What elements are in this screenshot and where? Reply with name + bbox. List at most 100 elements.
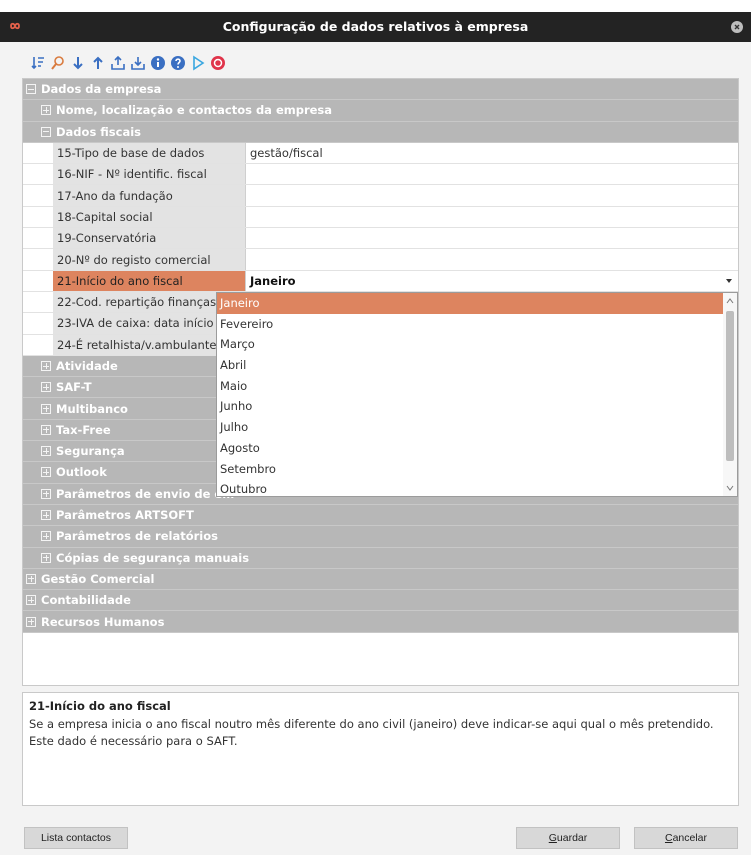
field-value[interactable] [246,164,738,184]
help-text: Se a empresa inicia o ano fiscal noutro … [29,717,714,748]
field-label: 20-Nº do registo comercial [53,249,246,270]
window-title: Configuração de dados relativos à empres… [222,19,529,34]
chevron-down-icon[interactable] [726,278,732,283]
expand-icon[interactable] [41,403,51,414]
button-label: Lista contactos [40,832,112,844]
button-label: uardar [556,832,588,844]
group-label: Segurança [56,444,125,459]
title-bar: Configuração de dados relativos à empres… [0,12,751,42]
field-label: 16-NIF - Nº identific. fiscal [53,164,246,185]
expand-icon[interactable] [41,488,51,499]
collapse-icon[interactable] [26,84,36,95]
fiscal-year-start-select[interactable]: Janeiro [246,271,738,291]
expand-icon[interactable] [26,595,36,606]
group-label: Dados da empresa [41,82,162,97]
stop-icon[interactable] [210,55,226,71]
group-label: Tax-Free [56,422,111,437]
field-label: 15-Tipo de base de dados [53,142,246,164]
expand-icon[interactable] [41,105,51,116]
dropdown-option[interactable]: Setembro [217,459,737,480]
button-accesskey: G [548,832,557,844]
dropdown-option[interactable]: Fevereiro [217,314,737,335]
field-value[interactable] [246,207,738,227]
close-icon[interactable] [731,21,743,33]
help-icon[interactable] [170,55,186,71]
expand-icon[interactable] [41,510,51,521]
expand-icon[interactable] [26,616,36,627]
group-label: Contabilidade [41,593,131,608]
group-label: Dados fiscais [56,124,142,139]
contact-list-button[interactable]: Lista contactos [24,827,128,849]
group-dados-empresa[interactable]: Dados da empresa [23,79,738,101]
group-label: Gestão Comercial [41,571,155,586]
group-label: Parâmetros de envio de em [56,486,235,501]
dropdown-option[interactable]: Junho [217,396,737,417]
group-label: Outlook [56,465,107,480]
scroll-up-icon[interactable] [726,297,734,305]
expand-icon[interactable] [41,467,51,478]
cancel-button[interactable]: Cancelar [634,827,738,849]
button-label: ancelar [672,832,708,844]
dropdown-option[interactable]: Outubro [217,479,737,496]
dropdown-option[interactable]: Março [217,334,737,355]
import-icon[interactable] [130,55,146,71]
field-label: 17-Ano da fundação [53,185,246,206]
field-row[interactable]: 16-NIF - Nº identific. fiscal [23,164,738,186]
dropdown-option[interactable]: Abril [217,355,737,376]
field-value[interactable]: gestão/fiscal [246,143,738,163]
search-icon[interactable] [50,55,66,71]
save-button[interactable]: Guardar [516,827,620,849]
dropdown-option[interactable]: Agosto [217,438,737,459]
field-label: 19-Conservatória [53,228,246,249]
expand-icon[interactable] [41,424,51,435]
group-contabilidade[interactable]: Contabilidade [23,590,738,612]
field-value[interactable] [246,228,738,248]
field-value[interactable] [246,249,738,269]
dropdown-option[interactable]: Janeiro [217,293,737,314]
help-panel: 21-Início do ano fiscal Se a empresa ini… [22,692,739,806]
field-row-active[interactable]: 21-Início do ano fiscal Janeiro [23,270,738,292]
field-row[interactable]: 20-Nº do registo comercial [23,249,738,271]
group-label: SAF-T [56,380,92,395]
sort-icon[interactable] [30,55,46,71]
field-row[interactable]: 15-Tipo de base de dados gestão/fiscal [23,142,738,165]
move-down-icon[interactable] [70,55,86,71]
dropdown-scrollbar[interactable] [723,293,737,496]
play-icon[interactable] [190,55,206,71]
button-accesskey: C [664,832,673,844]
group-parametros-relatorios[interactable]: Parâmetros de relatórios [23,526,738,548]
field-row[interactable]: 17-Ano da fundação [23,185,738,207]
field-value[interactable] [246,185,738,205]
group-copias-seguranca[interactable]: Cópias de segurança manuais [23,547,738,569]
help-heading: 21-Início do ano fiscal [29,699,171,713]
expand-icon[interactable] [41,552,51,563]
field-row[interactable]: 19-Conservatória [23,228,738,250]
group-label: Recursos Humanos [41,614,165,629]
toolbar [30,54,226,72]
group-dados-fiscais[interactable]: Dados fiscais [23,121,738,143]
group-nome-localizacao[interactable]: Nome, localização e contactos da empresa [23,100,738,122]
export-icon[interactable] [110,55,126,71]
group-parametros-artsoft[interactable]: Parâmetros ARTSOFT [23,504,738,527]
month-dropdown-list[interactable]: Janeiro Fevereiro Março Abril Maio Junho… [216,292,738,497]
dropdown-option[interactable]: Julho [217,417,737,438]
group-label: Atividade [56,359,118,373]
group-label: Multibanco [56,401,128,416]
info-icon[interactable] [150,55,166,71]
expand-icon[interactable] [26,573,36,584]
expand-icon[interactable] [41,361,51,371]
expand-icon[interactable] [41,531,51,542]
group-gestao-comercial[interactable]: Gestão Comercial [23,568,738,591]
field-row[interactable]: 18-Capital social [23,206,738,229]
move-up-icon[interactable] [90,55,106,71]
scroll-down-icon[interactable] [726,484,734,492]
collapse-icon[interactable] [41,126,51,137]
group-recursos-humanos[interactable]: Recursos Humanos [23,611,738,633]
dropdown-option[interactable]: Maio [217,376,737,397]
group-label: Parâmetros de relatórios [56,529,218,544]
group-label: Cópias de segurança manuais [56,550,250,565]
expand-icon[interactable] [41,446,51,457]
expand-icon[interactable] [41,382,51,393]
group-label: Parâmetros ARTSOFT [56,508,194,523]
scrollbar-thumb[interactable] [726,311,734,461]
